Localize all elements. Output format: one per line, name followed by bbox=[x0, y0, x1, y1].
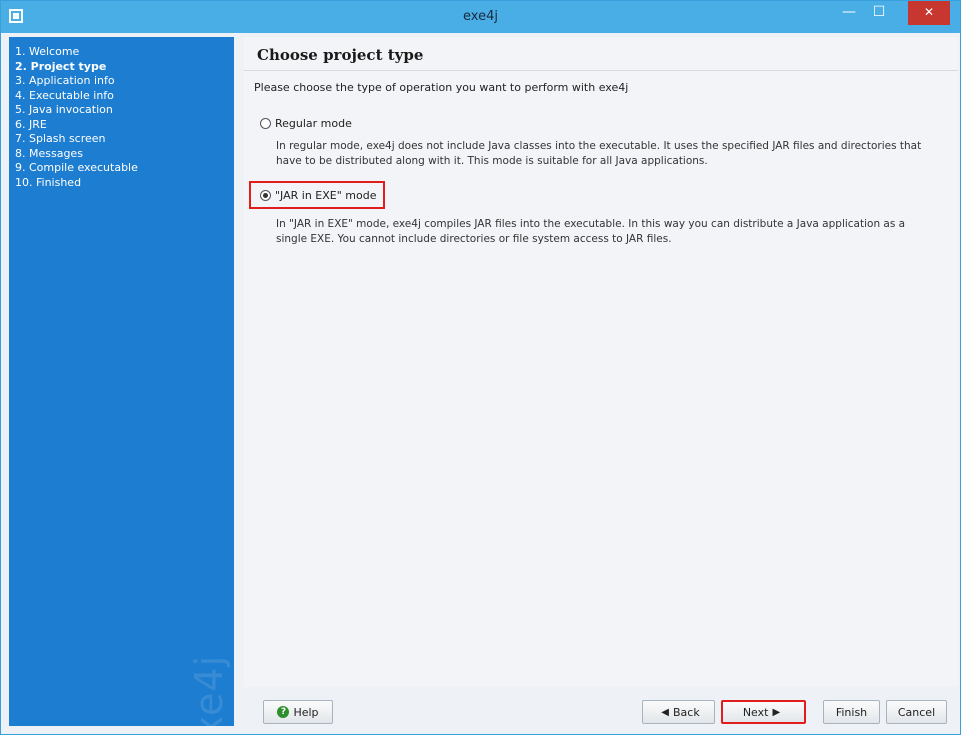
jar-in-exe-mode-label[interactable]: "JAR in EXE" mode bbox=[275, 189, 377, 202]
close-button[interactable]: ✕ bbox=[908, 1, 950, 25]
finish-button-label: Finish bbox=[835, 705, 868, 719]
jar-in-exe-description-line1: In "JAR in EXE" mode, exe4j compiles JAR… bbox=[276, 218, 906, 230]
window-title: exe4j bbox=[463, 9, 498, 24]
title-bar[interactable]: exe4j — ☐ ✕ bbox=[1, 1, 960, 33]
help-icon: ? bbox=[277, 706, 290, 718]
exe4j-watermark-logo: exe4j bbox=[187, 654, 231, 726]
jar-in-exe-mode-option[interactable]: "JAR in EXE" mode bbox=[260, 189, 377, 202]
wizard-steps-sidebar: 1. Welcome 2. Project type 3. Applicatio… bbox=[9, 37, 234, 726]
regular-mode-description-line1: In regular mode, exe4j does not include … bbox=[276, 140, 922, 152]
step-jre: 6. JRE bbox=[15, 117, 47, 131]
regular-mode-description: In regular mode, exe4j does not include … bbox=[276, 139, 921, 169]
next-button-label: Next bbox=[742, 705, 769, 719]
step-java-invocation: 5. Java invocation bbox=[15, 103, 113, 116]
jar-in-exe-description-line2: single EXE. You cannot include directori… bbox=[276, 233, 672, 245]
step-welcome: 1. Welcome bbox=[15, 45, 80, 58]
title-divider bbox=[244, 70, 958, 71]
minimize-button[interactable]: — bbox=[834, 1, 864, 25]
wizard-button-bar: ? Help ◀ Back Next ▶ Finish Cancel bbox=[244, 690, 958, 730]
back-button-label: Back bbox=[672, 705, 700, 719]
regular-mode-description-line2: have to be distributed along with it. Th… bbox=[276, 155, 708, 167]
regular-mode-option[interactable]: Regular mode bbox=[260, 117, 352, 130]
jar-in-exe-mode-radio[interactable] bbox=[260, 190, 271, 201]
step-messages: 8. Messages bbox=[15, 146, 83, 160]
next-arrow-icon: ▶ bbox=[772, 706, 781, 718]
next-button[interactable]: Next ▶ bbox=[721, 700, 806, 724]
regular-mode-radio[interactable] bbox=[260, 118, 271, 129]
finish-button[interactable]: Finish bbox=[823, 700, 880, 724]
cancel-button-label: Cancel bbox=[897, 705, 936, 719]
help-button-label: Help bbox=[293, 705, 319, 719]
regular-mode-label[interactable]: Regular mode bbox=[275, 117, 352, 130]
exe4j-window: exe4j — ☐ ✕ 1. Welcome 2. Project type 3… bbox=[0, 0, 961, 735]
page-title: Choose project type bbox=[257, 46, 424, 64]
back-button[interactable]: ◀ Back bbox=[642, 700, 715, 724]
intro-text: Please choose the type of operation you … bbox=[254, 81, 629, 94]
step-finished: 10. Finished bbox=[15, 175, 82, 189]
cancel-button[interactable]: Cancel bbox=[886, 700, 947, 724]
step-executable-info: 4. Executable info bbox=[15, 88, 114, 102]
step-project-type: 2. Project type bbox=[15, 59, 107, 73]
step-splash-screen: 7. Splash screen bbox=[15, 132, 106, 145]
jar-in-exe-mode-description: In "JAR in EXE" mode, exe4j compiles JAR… bbox=[276, 217, 905, 247]
back-arrow-icon: ◀ bbox=[661, 706, 669, 718]
steps-list: 1. Welcome 2. Project type 3. Applicatio… bbox=[9, 37, 234, 190]
maximize-button[interactable]: ☐ bbox=[864, 1, 894, 25]
help-button[interactable]: ? Help bbox=[263, 700, 333, 724]
main-panel: Choose project type Please choose the ty… bbox=[244, 37, 958, 687]
step-compile-executable: 9. Compile executable bbox=[15, 161, 138, 174]
step-application-info: 3. Application info bbox=[15, 74, 115, 87]
